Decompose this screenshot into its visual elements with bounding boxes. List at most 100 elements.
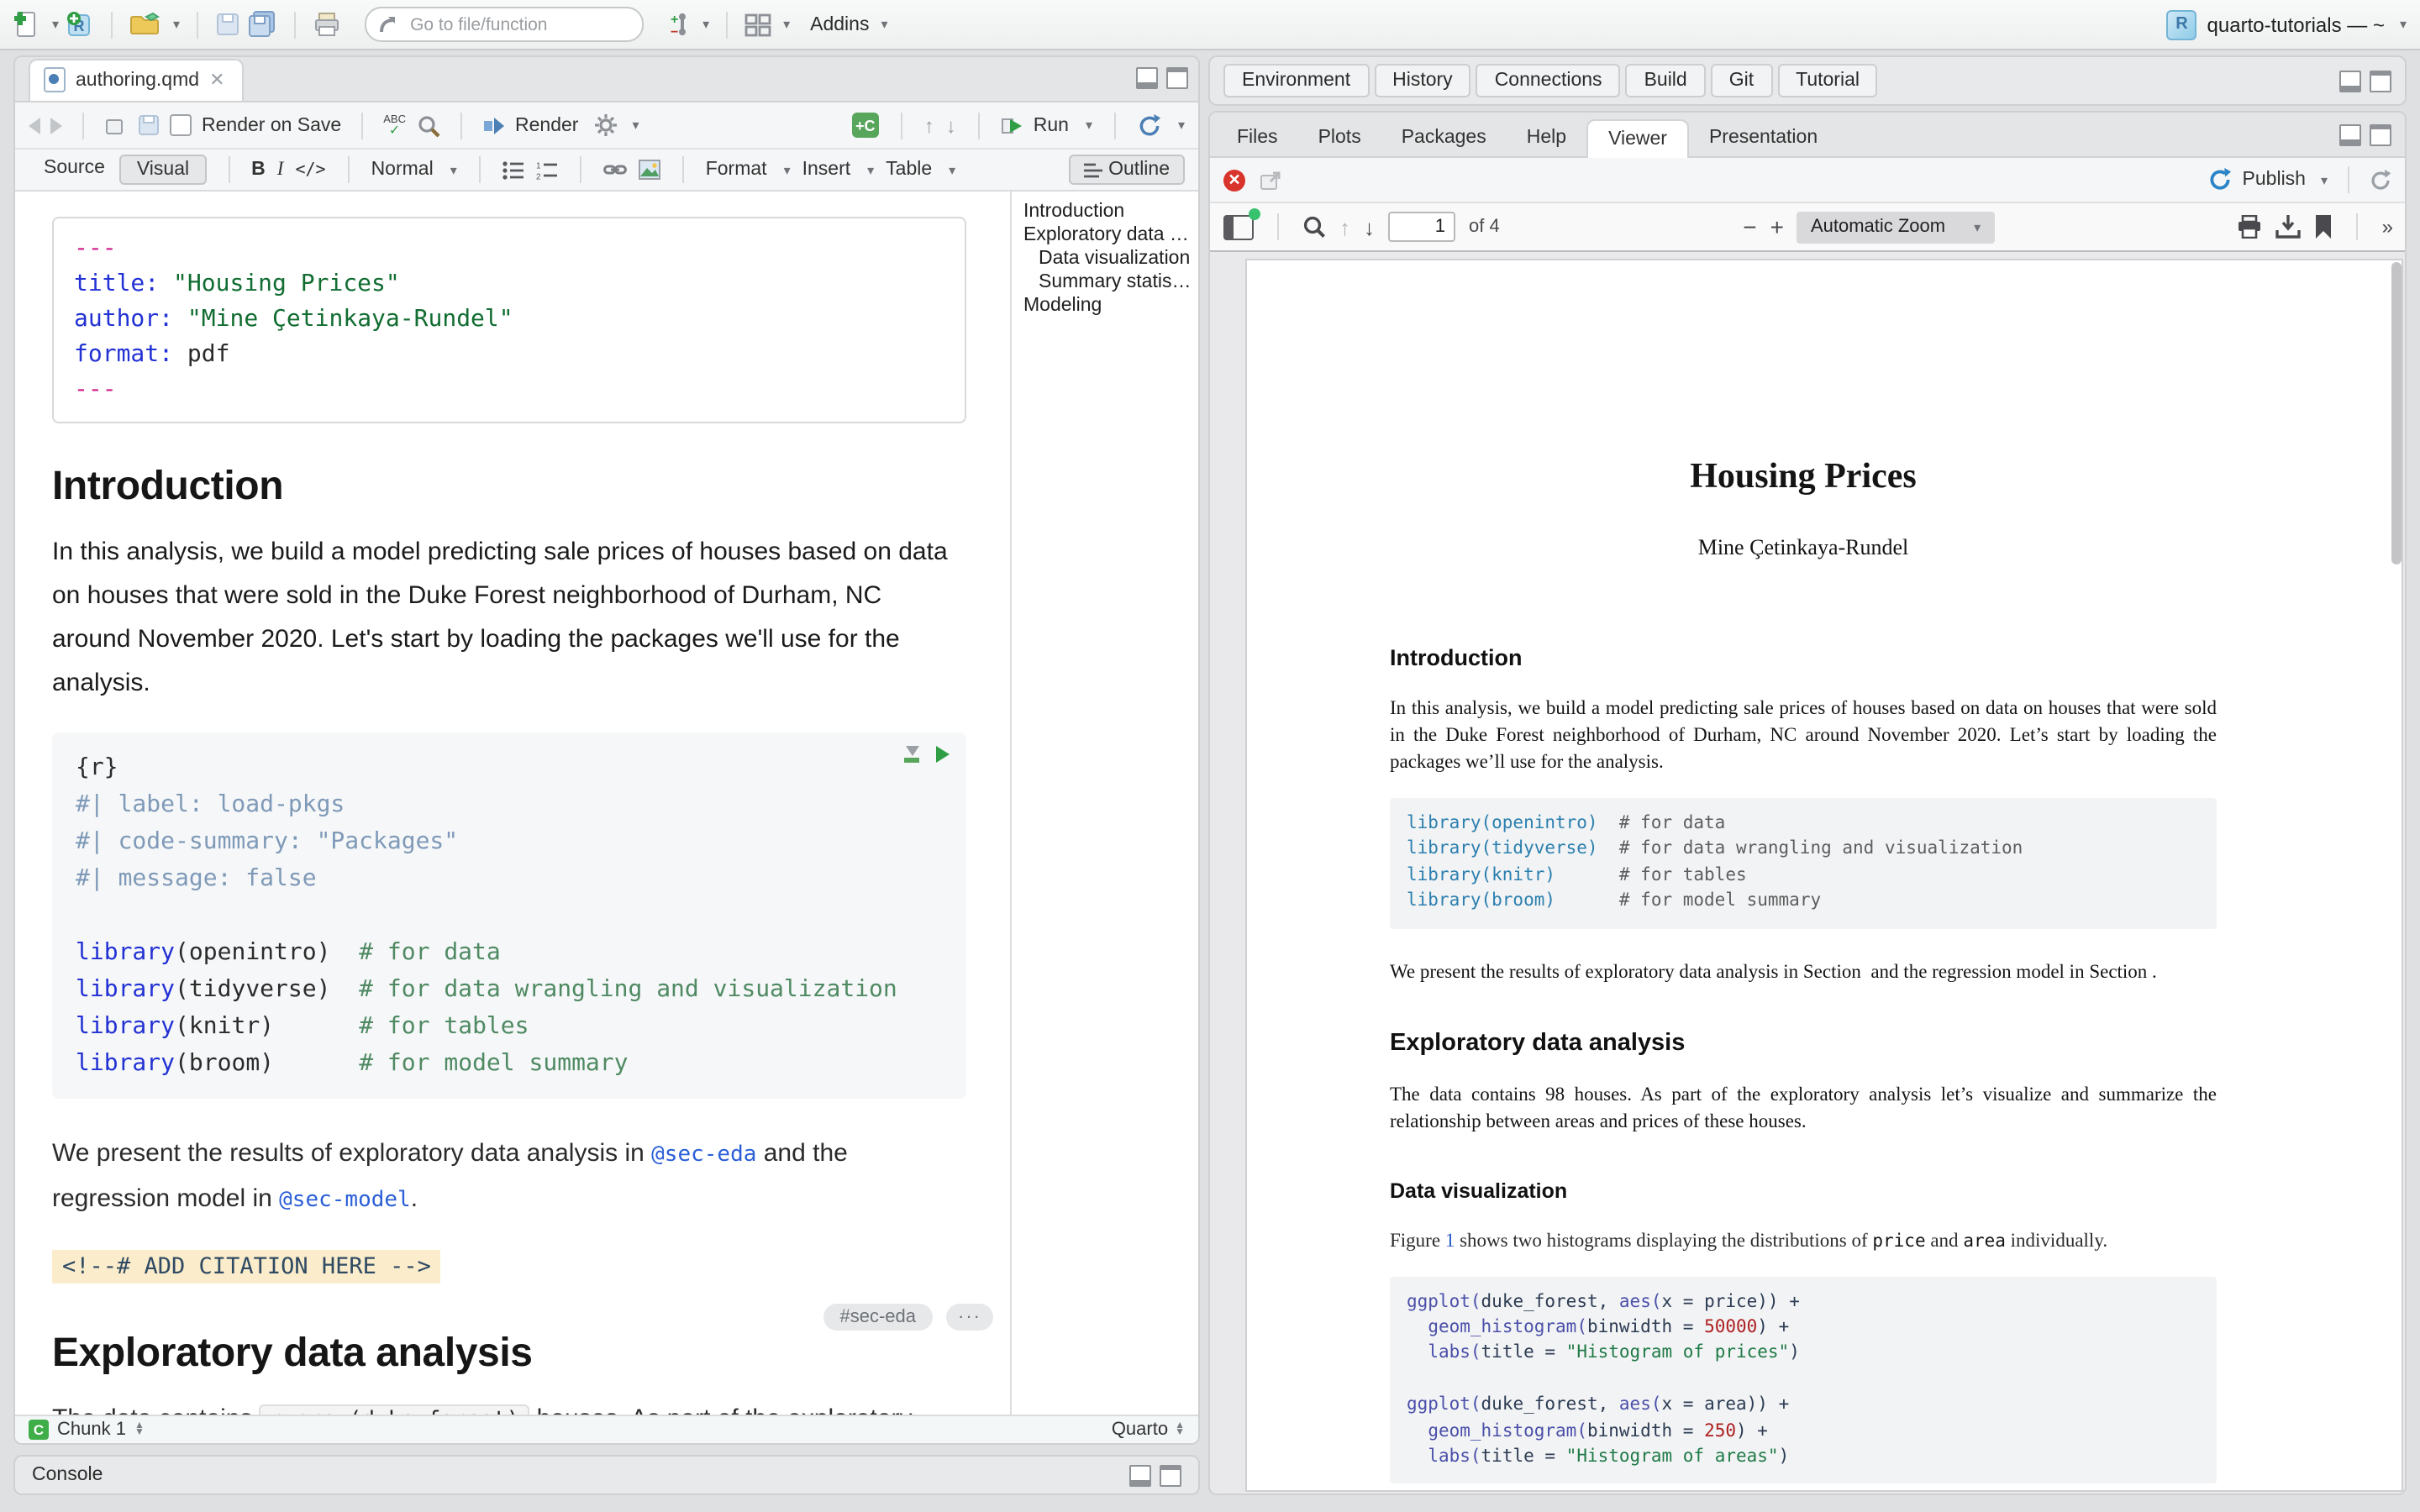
render-on-save-checkbox[interactable] [170,114,192,136]
run-chunks-above-icon[interactable] [904,746,919,763]
console-pane-title[interactable]: Console [32,1465,103,1485]
italic-button[interactable]: I [277,160,284,180]
spellcheck-icon[interactable]: ABC✓ [383,115,406,135]
print-icon[interactable] [313,11,341,38]
tab-connections[interactable]: Connections [1476,64,1621,97]
outline-item-modeling[interactable]: Modeling [1023,294,1192,318]
render-button[interactable]: Render [515,115,578,135]
section-options-button[interactable]: ··· [946,1304,993,1331]
doc-paragraph-refs[interactable]: We present the results of exploratory da… [52,1132,960,1223]
outline-item-summary-statistics[interactable]: Summary statis… [1023,270,1192,294]
doc-paragraph-intro[interactable]: In this analysis, we build a model predi… [52,531,960,706]
open-folder-caret[interactable]: ▾ [173,17,180,32]
back-icon[interactable] [29,117,40,134]
numbered-list-icon[interactable]: 12 [536,160,558,179]
outline-item-eda[interactable]: Exploratory data … [1023,223,1192,247]
code-button[interactable]: </> [295,160,325,179]
new-file-icon[interactable] [13,9,40,39]
insert-chunk-icon[interactable]: +C [852,113,879,138]
tab-presentation[interactable]: Presentation [1689,119,1838,156]
save-icon[interactable] [215,12,240,37]
pdf-bookmark-icon[interactable] [2315,215,2333,239]
paragraph-style-select[interactable]: Normal [371,160,434,180]
doc-type-label[interactable]: Quarto [1112,1420,1168,1440]
new-project-icon[interactable]: R [66,10,94,39]
rerun-icon[interactable] [1138,113,1161,137]
version-control-icon[interactable]: +− [667,10,691,39]
link-icon[interactable] [603,161,627,178]
tab-plots[interactable]: Plots [1298,119,1381,156]
pdf-zoom-out-icon[interactable]: − [1743,213,1756,240]
doc-paragraph-eda[interactable]: The data contains r nrow(duke_forest) ho… [52,1398,960,1415]
env-maximize-icon[interactable] [2370,70,2391,92]
visual-editor-document[interactable]: ---title: "Housing Prices"author: "Mine … [15,192,1010,1415]
save-doc-icon[interactable] [138,114,160,136]
project-menu[interactable]: R quarto-tutorials — ~ ▾ [2167,9,2407,39]
find-replace-icon[interactable] [416,113,439,137]
doc-comment-citation[interactable]: <!--# ADD CITATION HERE --> [52,1250,441,1284]
publish-button[interactable]: Publish [2243,170,2306,190]
open-folder-icon[interactable] [129,12,161,37]
new-file-caret[interactable]: ▾ [52,17,59,32]
format-menu[interactable]: Format [706,160,767,180]
doc-heading-introduction[interactable]: Introduction [52,464,966,511]
pdf-scrollbar-thumb[interactable] [2391,262,2402,564]
next-chunk-icon[interactable]: ↓ [946,113,956,137]
viewer-maximize-icon[interactable] [2370,124,2391,146]
goto-file-search[interactable] [365,7,644,42]
pdf-page-input[interactable] [1388,212,1455,242]
tab-packages[interactable]: Packages [1381,119,1507,156]
pdf-search-icon[interactable] [1302,215,1326,239]
image-icon[interactable] [639,160,660,180]
bullet-list-icon[interactable] [502,160,524,179]
pdf-sidebar-toggle-icon[interactable] [1223,214,1254,239]
stop-viewer-icon[interactable]: ✕ [1223,169,1245,191]
pdf-zoom-select[interactable]: Automatic Zoom ▾ [1797,211,1994,243]
rerun-caret[interactable]: ▾ [1178,118,1185,133]
workspace-panes-caret[interactable]: ▾ [783,17,790,32]
render-settings-gear-icon[interactable] [595,114,617,136]
pdf-download-icon[interactable] [2276,215,2302,239]
maximize-pane-icon[interactable] [1166,67,1188,89]
visual-mode-button[interactable]: Visual [120,155,206,185]
tab-history[interactable]: History [1374,64,1471,97]
insert-menu[interactable]: Insert [802,160,851,180]
doc-heading-eda[interactable]: Exploratory data analysis [52,1331,966,1378]
console-maximize-icon[interactable] [1160,1464,1181,1486]
viewer-popout-icon[interactable] [1259,169,1282,191]
source-mode-button[interactable]: Source [29,155,120,185]
addins-caret[interactable]: ▾ [881,17,887,32]
save-all-icon[interactable] [247,10,277,39]
outline-item-data-visualization[interactable]: Data visualization [1023,247,1192,270]
tab-help[interactable]: Help [1507,119,1586,156]
run-caret[interactable]: ▾ [1086,118,1092,133]
pdf-viewer-area[interactable]: Housing Prices Mine Çetinkaya-Rundel Int… [1210,252,2405,1494]
code-chunk-load-pkgs[interactable]: {r}#| label: load-pkgs#| code-summary: "… [52,732,966,1099]
tab-viewer[interactable]: Viewer [1586,119,1689,158]
pdf-more-tools-icon[interactable]: » [2382,215,2391,239]
forward-icon[interactable] [50,117,62,134]
tab-environment[interactable]: Environment [1223,64,1369,97]
run-chunk-icon[interactable] [936,746,950,763]
tab-git[interactable]: Git [1711,64,1772,97]
prev-chunk-icon[interactable]: ↑ [924,113,934,137]
env-minimize-icon[interactable] [2339,70,2361,92]
pdf-next-page-icon[interactable]: ↓ [1364,214,1375,239]
outline-item-introduction[interactable]: Introduction [1023,200,1192,223]
bold-button[interactable]: B [251,160,266,180]
editor-tab-authoring[interactable]: authoring.qmd ✕ [29,59,244,101]
chunk-position-label[interactable]: Chunk 1 [57,1420,126,1440]
tab-files[interactable]: Files [1217,119,1298,156]
table-menu[interactable]: Table [886,160,932,180]
version-control-caret[interactable]: ▾ [702,17,709,32]
pdf-zoom-in-icon[interactable]: + [1770,213,1784,240]
tab-close-icon[interactable]: ✕ [209,69,224,91]
addins-menu[interactable]: Addins [810,14,869,34]
pdf-print-icon[interactable] [2238,215,2263,239]
tab-build[interactable]: Build [1626,64,1706,97]
yaml-metadata-block[interactable]: ---title: "Housing Prices"author: "Mine … [52,217,966,423]
publish-caret[interactable]: ▾ [2321,172,2328,187]
render-settings-caret[interactable]: ▾ [632,118,639,133]
outline-toggle-button[interactable]: Outline [1068,155,1185,185]
viewer-minimize-icon[interactable] [2339,124,2361,146]
